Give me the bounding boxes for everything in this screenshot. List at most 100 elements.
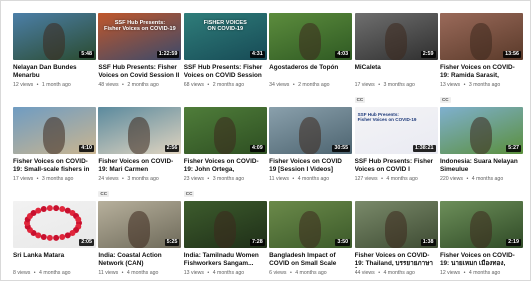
view-count: 48 views — [98, 81, 119, 88]
video-thumbnail[interactable]: FISHER VOICES ON COVID-19 4:31 — [183, 13, 267, 60]
thumbnail-overlay-text: SSF Hub Presents: Fisher Voices on COVID… — [357, 112, 417, 123]
duration-badge: 5:48 — [79, 51, 94, 58]
meta-separator: • — [207, 175, 210, 182]
view-count: 12 views — [439, 269, 461, 276]
video-thumbnail[interactable]: 5:27 — [439, 107, 523, 154]
meta-separator: • — [381, 175, 383, 182]
video-card[interactable]: 1:38 Fisher Voices on COVID-19: Thailand… — [354, 201, 438, 280]
video-title[interactable]: Agostaderos de Topón — [269, 64, 352, 80]
video-title[interactable]: Nelayan Dan Bundes Menarbu — [13, 64, 96, 80]
video-meta: 11 views • 4 months ago — [269, 176, 352, 182]
video-thumbnail[interactable]: 13:56 — [439, 13, 523, 60]
duration-badge: 5:27 — [506, 145, 521, 152]
view-count: 68 views — [183, 81, 204, 88]
video-title[interactable]: SSF Hub Presents: Fisher Voices on COVID… — [184, 64, 267, 80]
video-meta: 13 views • 3 months ago — [440, 82, 523, 88]
video-thumbnail[interactable]: 3:50 — [269, 201, 353, 248]
video-title[interactable]: Sri Lanka Matara — [13, 252, 96, 268]
video-title[interactable]: SSF Hub Presents: Fisher Voices on Covid… — [98, 64, 181, 80]
video-card[interactable]: 4:10 Fisher Voices on COVID-19: Small-sc… — [13, 107, 96, 201]
upload-age: 1 month ago — [41, 81, 71, 88]
video-title[interactable]: Bangladesh Impact of COVID on Small Scal… — [269, 252, 352, 268]
video-card[interactable]: 5:48 Nelayan Dan Bundes Menarbu 12 views… — [13, 13, 96, 107]
video-title[interactable]: India: Coastal Action Network (CAN) — [98, 252, 181, 268]
video-thumbnail[interactable]: SSF Hub Presents: Fisher Voices on COVID… — [98, 13, 182, 60]
meta-separator: • — [122, 175, 124, 182]
video-thumbnail[interactable]: 4:03 — [269, 13, 353, 60]
video-card[interactable]: 2:56 Fisher Voices on COVID-19: Mari Car… — [98, 107, 182, 201]
video-thumbnail[interactable]: 4:10 — [13, 107, 96, 154]
upload-age: 3 months ago — [127, 175, 159, 182]
video-card[interactable]: 4:03 Agostaderos de Topón 34 views • 2 m… — [269, 13, 353, 107]
video-thumbnail[interactable]: 5:25 — [98, 201, 182, 248]
video-thumbnail[interactable]: 2:59 — [354, 13, 438, 60]
video-title[interactable]: Fisher Voices on COVID-19: Mari Carmen — [98, 158, 181, 174]
video-card[interactable]: 5:27 Indonesia: Suara Nelayan Simeulue 2… — [439, 107, 523, 201]
view-count: 23 views — [183, 175, 204, 182]
meta-separator: • — [36, 81, 39, 88]
upload-age: 4 months ago — [297, 175, 330, 182]
video-thumbnail[interactable]: 2:19 — [439, 201, 523, 248]
duration-badge: 4:03 — [335, 51, 351, 58]
video-thumbnail[interactable]: 4:09 — [183, 107, 267, 154]
video-meta: 17 views • 3 months ago — [13, 176, 96, 182]
thumbnail-figure — [299, 23, 322, 60]
upload-age: 4 months ago — [386, 175, 418, 182]
meta-separator: • — [207, 269, 210, 276]
view-count: 13 views — [439, 81, 461, 88]
video-title[interactable]: India: Tamilnadu Women Fishworkers Sanga… — [184, 252, 267, 268]
video-thumbnail[interactable]: 2:05 — [13, 201, 96, 248]
video-meta: 48 views • 2 months ago — [98, 82, 181, 88]
video-card[interactable]: 2:05 Sri Lanka Matara 8 views • 4 months… — [13, 201, 96, 280]
video-meta: 11 views • 4 months ago — [98, 270, 181, 276]
thumbnail-figure — [469, 211, 492, 248]
video-title[interactable]: Fisher Voices on COVID 19 [Session I Vid… — [269, 158, 352, 174]
video-card[interactable]: 2:59 MiCaleta 17 views • 3 months ago CC — [354, 13, 438, 107]
upload-age: 2 months ago — [212, 81, 245, 88]
video-thumbnail[interactable]: 7:28 — [183, 201, 267, 248]
video-card[interactable]: 4:09 Fisher Voices on COVID-19: John Ort… — [183, 107, 267, 201]
video-card[interactable]: SSF Hub Presents: Fisher Voices on COVID… — [354, 107, 438, 201]
video-title[interactable]: Fisher Voices on COVID-19: Thailand, บรร… — [355, 252, 438, 268]
thumbnail-overlay-text: FISHER VOICES ON COVID-19 — [203, 20, 247, 33]
video-thumbnail[interactable]: 30:55 — [269, 107, 353, 154]
video-card[interactable]: 13:56 Fisher Voices on COVID-19: Ramida … — [439, 13, 523, 107]
duration-badge: 4:10 — [79, 145, 94, 152]
meta-separator: • — [466, 175, 469, 182]
upload-age: 3 months ago — [212, 175, 245, 182]
video-thumbnail[interactable]: 2:56 — [98, 107, 182, 154]
video-title[interactable]: SSF Hub Presents: Fisher Voices on COVID… — [355, 158, 438, 174]
video-card[interactable]: 5:25 India: Coastal Action Network (CAN)… — [98, 201, 182, 280]
meta-separator: • — [378, 269, 381, 276]
video-title[interactable]: Fisher Voices on COVID-19: นายเหมก เมือง… — [440, 252, 523, 268]
video-card[interactable]: 7:28 India: Tamilnadu Women Fishworkers … — [183, 201, 267, 280]
video-title[interactable]: Fisher Voices on COVID-19: Small-scale f… — [13, 158, 96, 174]
thumbnail-figure — [384, 23, 407, 60]
meta-separator: • — [122, 81, 124, 88]
duration-badge: 4:31 — [249, 51, 265, 58]
meta-separator: • — [33, 269, 36, 276]
duration-badge: 3:50 — [335, 239, 351, 246]
video-card[interactable]: 2:19 Fisher Voices on COVID-19: นายเหมก … — [439, 201, 523, 280]
video-thumbnail[interactable]: 5:48 — [13, 13, 96, 60]
video-card[interactable]: FISHER VOICES ON COVID-19 4:31 SSF Hub P… — [183, 13, 267, 107]
video-card[interactable]: SSF Hub Presents: Fisher Voices on COVID… — [98, 13, 182, 107]
view-count: 6 views — [269, 269, 287, 276]
upload-age: 4 months ago — [39, 269, 71, 276]
video-title[interactable]: Fisher Voices on COVID-19: Ramida Sarasi… — [440, 64, 523, 80]
video-card[interactable]: 30:55 Fisher Voices on COVID 19 [Session… — [269, 107, 353, 201]
video-title[interactable]: Fisher Voices on COVID-19: John Ortega, … — [184, 158, 267, 174]
meta-separator: • — [463, 269, 466, 276]
thumbnail-figure — [213, 211, 236, 248]
video-meta: 12 views • 1 month ago — [13, 82, 96, 88]
video-meta: 6 views • 4 months ago — [269, 270, 352, 276]
video-thumbnail[interactable]: 1:38 — [354, 201, 438, 248]
view-count: 17 views — [354, 81, 375, 88]
video-card[interactable]: 3:50 Bangladesh Impact of COVID on Small… — [269, 201, 353, 280]
cc-badge: CC — [183, 191, 195, 197]
video-thumbnail[interactable]: SSF Hub Presents: Fisher Voices on COVID… — [354, 107, 438, 154]
video-title[interactable]: Indonesia: Suara Nelayan Simeulue — [440, 158, 523, 174]
video-title[interactable]: MiCaleta — [355, 64, 438, 80]
duration-badge: 2:05 — [79, 239, 94, 246]
video-meta: 17 views • 3 months ago — [355, 82, 438, 88]
